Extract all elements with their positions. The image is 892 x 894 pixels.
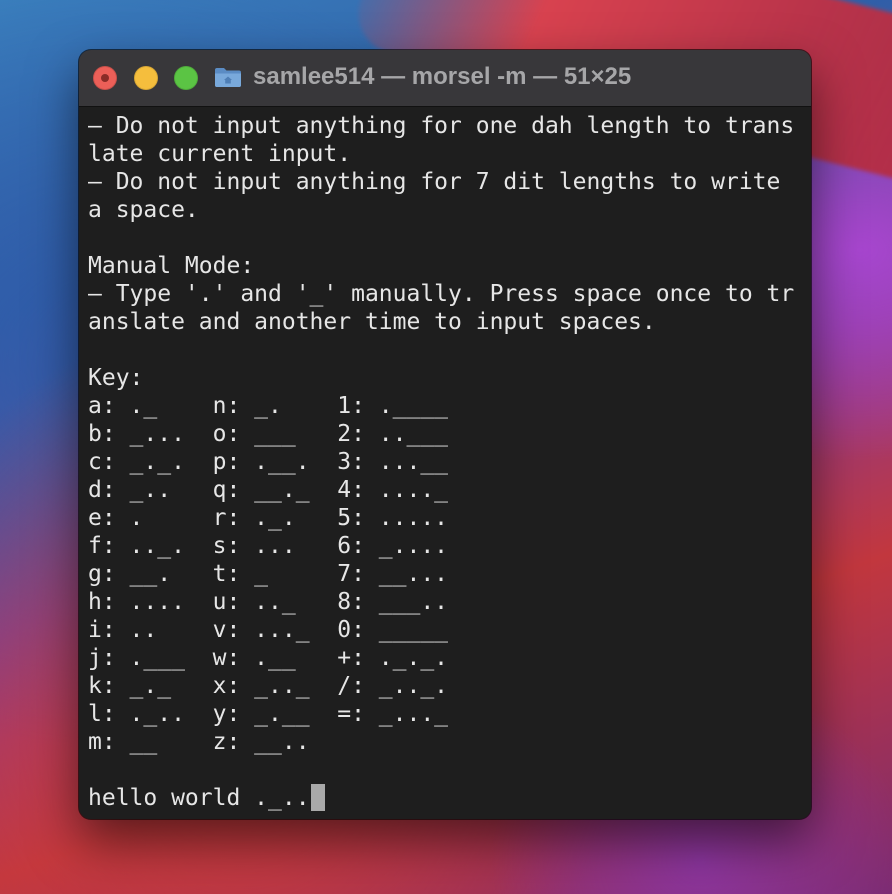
terminal-content[interactable]: – Do not input anything for one dah leng…: [79, 107, 811, 819]
terminal-line: – Type '.' and '_' manually. Press space…: [88, 281, 795, 307]
terminal-line: – Do not input anything for one dah leng…: [88, 113, 795, 139]
terminal-line: anslate and another time to input spaces…: [88, 309, 656, 335]
window-title: samlee514 — morsel -m — 51×25: [253, 63, 632, 90]
terminal-line: a space.: [88, 197, 199, 223]
prompt-input-text: hello world ._..: [88, 785, 310, 811]
close-button[interactable]: [93, 66, 117, 90]
terminal-line: i: .. v: ..._ 0: _____: [88, 617, 449, 643]
terminal-line: Manual Mode:: [88, 253, 255, 279]
minimize-button[interactable]: [134, 66, 158, 90]
text-cursor: [310, 784, 325, 811]
folder-icon: [215, 68, 241, 87]
terminal-line: – Do not input anything for 7 dit length…: [88, 169, 781, 195]
terminal-line: f: .._. s: ... 6: _....: [88, 533, 449, 559]
terminal-line: k: _._ x: _.._ /: _.._.: [88, 673, 449, 699]
terminal-line: h: .... u: .._ 8: ___..: [88, 589, 449, 615]
terminal-output: – Do not input anything for one dah leng…: [88, 112, 794, 812]
maximize-button[interactable]: [174, 66, 198, 90]
terminal-line: d: _.. q: __._ 4: ...._: [88, 477, 449, 503]
terminal-line: g: __. t: _ 7: __...: [88, 561, 449, 587]
terminal-line: l: ._.. y: _.__ =: _..._: [88, 701, 449, 727]
terminal-line: Key:: [88, 365, 144, 391]
terminal-line: b: _... o: ___ 2: ..___: [88, 421, 449, 447]
prompt-line[interactable]: hello world ._..: [88, 784, 794, 812]
terminal-line: j: .___ w: .__ +: ._._.: [88, 645, 449, 671]
terminal-window: samlee514 — morsel -m — 51×25 – Do not i…: [79, 50, 811, 819]
terminal-line: a: ._ n: _. 1: .____: [88, 393, 449, 419]
terminal-line: late current input.: [88, 141, 352, 167]
terminal-line: c: _._. p: .__. 3: ...__: [88, 449, 449, 475]
title-bar[interactable]: samlee514 — morsel -m — 51×25: [79, 50, 811, 107]
terminal-line: m: __ z: __..: [88, 729, 310, 755]
terminal-line: e: . r: ._. 5: .....: [88, 505, 449, 531]
